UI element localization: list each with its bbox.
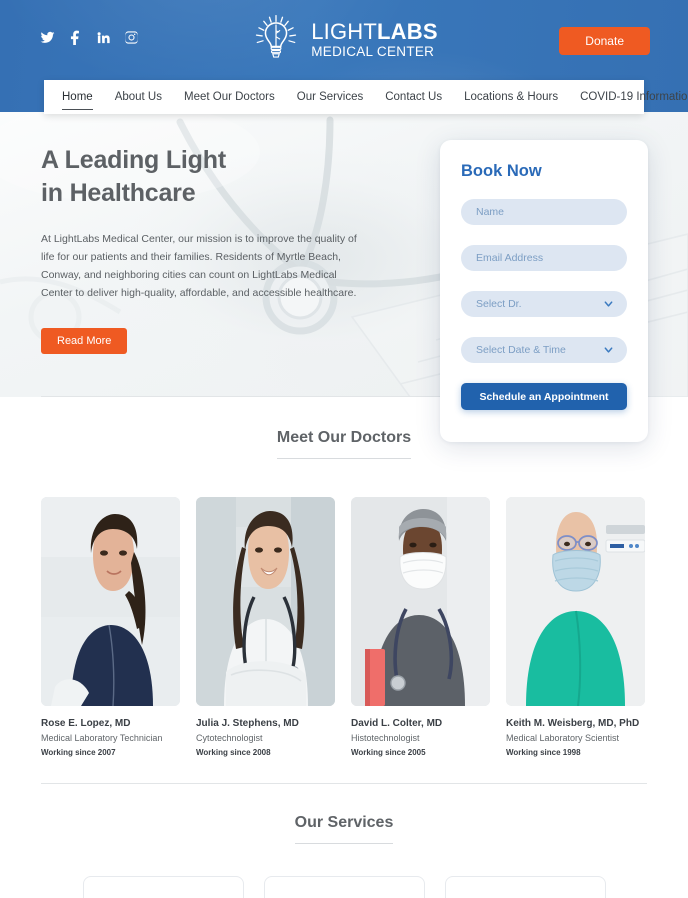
- doctor-role: Cytotechnologist: [196, 733, 263, 743]
- nav-item-about-us[interactable]: About Us: [115, 80, 162, 114]
- name-field[interactable]: Name: [461, 199, 627, 225]
- email-field-placeholder: Email Address: [476, 252, 544, 264]
- logo-name-light: LIGHT: [311, 19, 378, 45]
- read-more-button[interactable]: Read More: [41, 328, 128, 355]
- select-datetime-dropdown[interactable]: Select Date & Time: [461, 337, 627, 363]
- nav-item-contact-us[interactable]: Contact Us: [385, 80, 442, 114]
- doctor-since: Working since 1998: [506, 748, 581, 757]
- doctor-photo: [506, 497, 645, 706]
- doctor-since: Working since 2005: [351, 748, 426, 757]
- doctor-role: Medical Laboratory Technician: [41, 733, 163, 743]
- schedule-appointment-button[interactable]: Schedule an Appointment: [461, 383, 627, 410]
- doctor-name: Julia J. Stephens, MD: [196, 718, 299, 729]
- select-datetime-value: Select Date & Time: [476, 344, 566, 356]
- hero-title-line-2: in Healthcare: [41, 179, 196, 207]
- donate-button[interactable]: Donate: [559, 27, 650, 55]
- nav-item-covid-19-information[interactable]: COVID-19 Information: [580, 80, 688, 114]
- select-doctor-dropdown[interactable]: Select Dr.: [461, 291, 627, 317]
- doctor-card[interactable]: Julia J. Stephens, MD Cytotechnologist W…: [196, 497, 335, 757]
- service-card[interactable]: [444, 876, 606, 898]
- services-section-heading: Our Services: [0, 814, 688, 844]
- doctor-name: Keith M. Weisberg, MD, PhD: [506, 718, 640, 729]
- doctor-photo: [196, 497, 335, 706]
- select-doctor-value: Select Dr.: [476, 298, 522, 310]
- nav-item-list: Home About Us Meet Our Doctors Our Servi…: [62, 80, 688, 114]
- nav-item-meet-our-doctors[interactable]: Meet Our Doctors: [184, 80, 275, 114]
- chevron-down-icon: [604, 301, 613, 307]
- doctors-grid: Rose E. Lopez, MD Medical Laboratory Tec…: [0, 497, 688, 757]
- doctor-since: Working since 2008: [196, 748, 271, 757]
- services-grid: [0, 876, 688, 898]
- doctor-photo: [351, 497, 490, 706]
- logo-tagline: MEDICAL CENTER: [311, 44, 435, 60]
- services-section: Our Services: [0, 784, 688, 898]
- nav-item-home[interactable]: Home: [62, 80, 93, 114]
- name-field-placeholder: Name: [476, 206, 505, 218]
- doctor-card[interactable]: Keith M. Weisberg, MD, PhD Medical Labor…: [506, 497, 645, 757]
- services-heading-text: Our Services: [294, 814, 394, 844]
- lightbulb-icon: [256, 14, 297, 58]
- doctors-section: Meet Our Doctors Rose E. Lopez, MD Medic…: [0, 397, 688, 784]
- doctor-name: Rose E. Lopez, MD: [41, 718, 131, 729]
- doctor-card[interactable]: Rose E. Lopez, MD Medical Laboratory Tec…: [41, 497, 180, 757]
- chevron-down-icon: [604, 347, 613, 353]
- logo-name-bold: LABS: [377, 19, 438, 45]
- logo-name: LIGHTLABS: [311, 21, 438, 43]
- doctor-since: Working since 2007: [41, 748, 116, 757]
- hero-title-line-1: A Leading Light: [41, 146, 226, 174]
- service-card[interactable]: [82, 876, 244, 898]
- service-card[interactable]: [263, 876, 425, 898]
- nav-item-locations-hours[interactable]: Locations & Hours: [464, 80, 558, 114]
- main-navigation: Home About Us Meet Our Doctors Our Servi…: [44, 80, 688, 114]
- nav-item-our-services[interactable]: Our Services: [297, 80, 363, 114]
- doctor-name: David L. Colter, MD: [351, 718, 443, 729]
- booking-title: Book Now: [461, 162, 542, 180]
- email-field[interactable]: Email Address: [461, 245, 627, 271]
- doctor-card[interactable]: David L. Colter, MD Histotechnologist Wo…: [351, 497, 490, 757]
- hero-paragraph: At LightLabs Medical Center, our mission…: [41, 233, 357, 300]
- booking-card: Book Now Name Email Address Select Dr. S…: [440, 140, 648, 442]
- doctor-role: Medical Laboratory Scientist: [506, 733, 620, 743]
- doctor-role: Histotechnologist: [351, 733, 420, 743]
- doctor-photo: [41, 497, 180, 706]
- doctors-heading-text: Meet Our Doctors: [276, 429, 412, 459]
